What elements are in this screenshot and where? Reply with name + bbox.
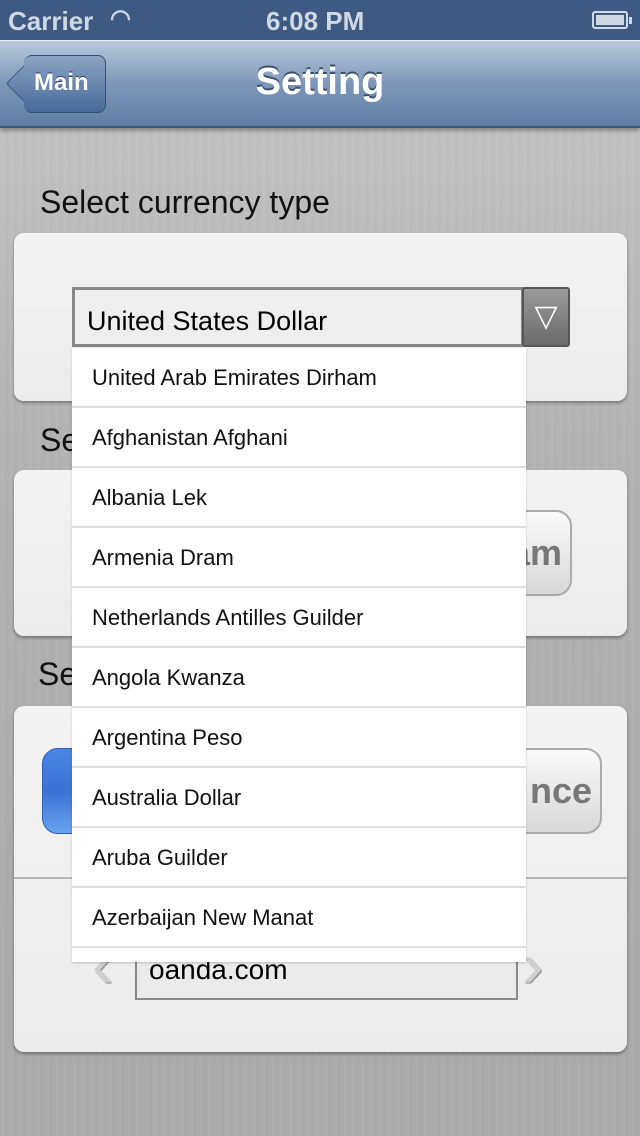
- dropdown-option[interactable]: Afghanistan Afghani: [72, 408, 526, 468]
- currency-section-label: Select currency type: [40, 184, 330, 220]
- dropdown-option[interactable]: Netherlands Antilles Guilder: [72, 588, 526, 648]
- chevron-down-icon: ▽: [534, 300, 558, 333]
- dropdown-toggle-button[interactable]: ▽: [522, 287, 570, 347]
- dropdown-option[interactable]: Australia Dollar: [72, 768, 526, 828]
- navigation-bar: Main Setting: [0, 40, 640, 128]
- currency-dropdown-list[interactable]: United Arab Emirates Dirham Afghanistan …: [72, 348, 526, 962]
- dropdown-option[interactable]: Argentina Peso: [72, 708, 526, 768]
- page-title: Setting: [255, 61, 385, 103]
- dropdown-option[interactable]: Angola Kwanza: [72, 648, 526, 708]
- status-bar: Carrier ◠ 6:08 PM: [0, 0, 640, 40]
- dropdown-option[interactable]: Albania Lek: [72, 468, 526, 528]
- wifi-icon: ◠: [110, 5, 131, 32]
- clock: 6:08 PM: [266, 6, 365, 36]
- battery-icon: [592, 11, 632, 29]
- carrier-label: Carrier: [8, 6, 94, 36]
- currency-select[interactable]: United States Dollar: [72, 287, 524, 347]
- dropdown-option[interactable]: Azerbaijan New Manat: [72, 888, 526, 948]
- dropdown-option[interactable]: United Arab Emirates Dirham: [72, 348, 526, 408]
- dropdown-option[interactable]: Aruba Guilder: [72, 828, 526, 888]
- dropdown-option[interactable]: Armenia Dram: [72, 528, 526, 588]
